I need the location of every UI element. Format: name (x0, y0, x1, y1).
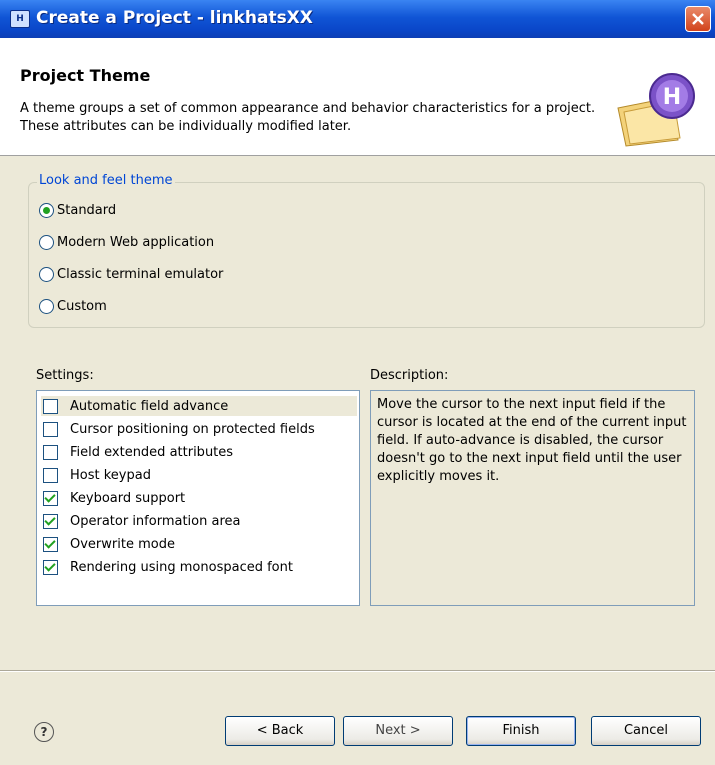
footer-separator (0, 670, 715, 672)
project-folder-h-icon: H (617, 73, 695, 147)
description-label: Description: (370, 368, 449, 383)
setting-label: Field extended attributes (70, 444, 234, 460)
checkbox[interactable] (43, 513, 58, 529)
settings-label: Settings: (36, 368, 94, 383)
checkbox[interactable] (43, 421, 58, 437)
setting-overwrite-mode[interactable]: Overwrite mode (43, 534, 175, 554)
finish-button[interactable]: Finish (466, 716, 576, 746)
description-text: Move the cursor to the next input field … (370, 390, 695, 606)
radio-custom[interactable]: Custom (39, 299, 107, 314)
radio-button[interactable] (39, 299, 54, 314)
setting-keyboard-support[interactable]: Keyboard support (43, 488, 185, 508)
help-icon[interactable]: ? (34, 722, 54, 742)
setting-field-extended-attributes[interactable]: Field extended attributes (43, 442, 233, 462)
cancel-button[interactable]: Cancel (591, 716, 701, 746)
checkbox[interactable] (43, 467, 58, 483)
checkbox[interactable] (43, 490, 58, 506)
radio-standard[interactable]: Standard (39, 203, 116, 218)
setting-operator-information-area[interactable]: Operator information area (43, 511, 240, 531)
setting-label: Host keypad (70, 467, 151, 483)
radio-label: Classic terminal emulator (57, 267, 224, 282)
radio-classic-terminal[interactable]: Classic terminal emulator (39, 267, 223, 282)
look-and-feel-group: Look and feel theme Standard Modern Web … (28, 173, 705, 328)
setting-monospaced-font[interactable]: Rendering using monospaced font (43, 557, 293, 577)
radio-label: Custom (57, 299, 107, 314)
app-icon: H (10, 10, 30, 28)
close-button[interactable] (685, 6, 711, 32)
group-legend: Look and feel theme (37, 173, 175, 188)
page-title: Project Theme (20, 66, 151, 85)
setting-label: Keyboard support (70, 490, 186, 506)
page-description: A theme groups a set of common appearanc… (20, 101, 596, 134)
next-button[interactable]: Next > (343, 716, 453, 746)
close-icon (692, 13, 704, 25)
setting-label: Automatic field advance (70, 398, 229, 414)
radio-modern-web[interactable]: Modern Web application (39, 235, 214, 250)
setting-automatic-field-advance[interactable]: Automatic field advance (41, 396, 357, 416)
checkbox[interactable] (43, 398, 58, 414)
setting-label: Operator information area (70, 513, 241, 529)
radio-label: Standard (57, 203, 117, 218)
checkbox[interactable] (43, 559, 58, 575)
settings-list[interactable]: Automatic field advance Cursor positioni… (36, 390, 360, 606)
setting-cursor-positioning[interactable]: Cursor positioning on protected fields (43, 419, 315, 439)
setting-label: Rendering using monospaced font (70, 559, 293, 575)
setting-label: Overwrite mode (70, 536, 175, 552)
wizard-header: Project Theme A theme groups a set of co… (0, 38, 715, 156)
back-button[interactable]: < Back (225, 716, 335, 746)
radio-button[interactable] (39, 235, 54, 250)
window-title: Create a Project - linkhatsXX (36, 8, 313, 28)
setting-label: Cursor positioning on protected fields (70, 421, 315, 437)
wizard-dialog: H Create a Project - linkhatsXX Project … (0, 0, 715, 765)
setting-host-keypad[interactable]: Host keypad (43, 465, 151, 485)
checkbox[interactable] (43, 536, 58, 552)
title-bar[interactable]: H Create a Project - linkhatsXX (0, 0, 715, 38)
radio-label: Modern Web application (57, 235, 215, 250)
checkbox[interactable] (43, 444, 58, 460)
svg-text:H: H (663, 85, 681, 110)
radio-button[interactable] (39, 267, 54, 282)
radio-button[interactable] (39, 203, 54, 218)
